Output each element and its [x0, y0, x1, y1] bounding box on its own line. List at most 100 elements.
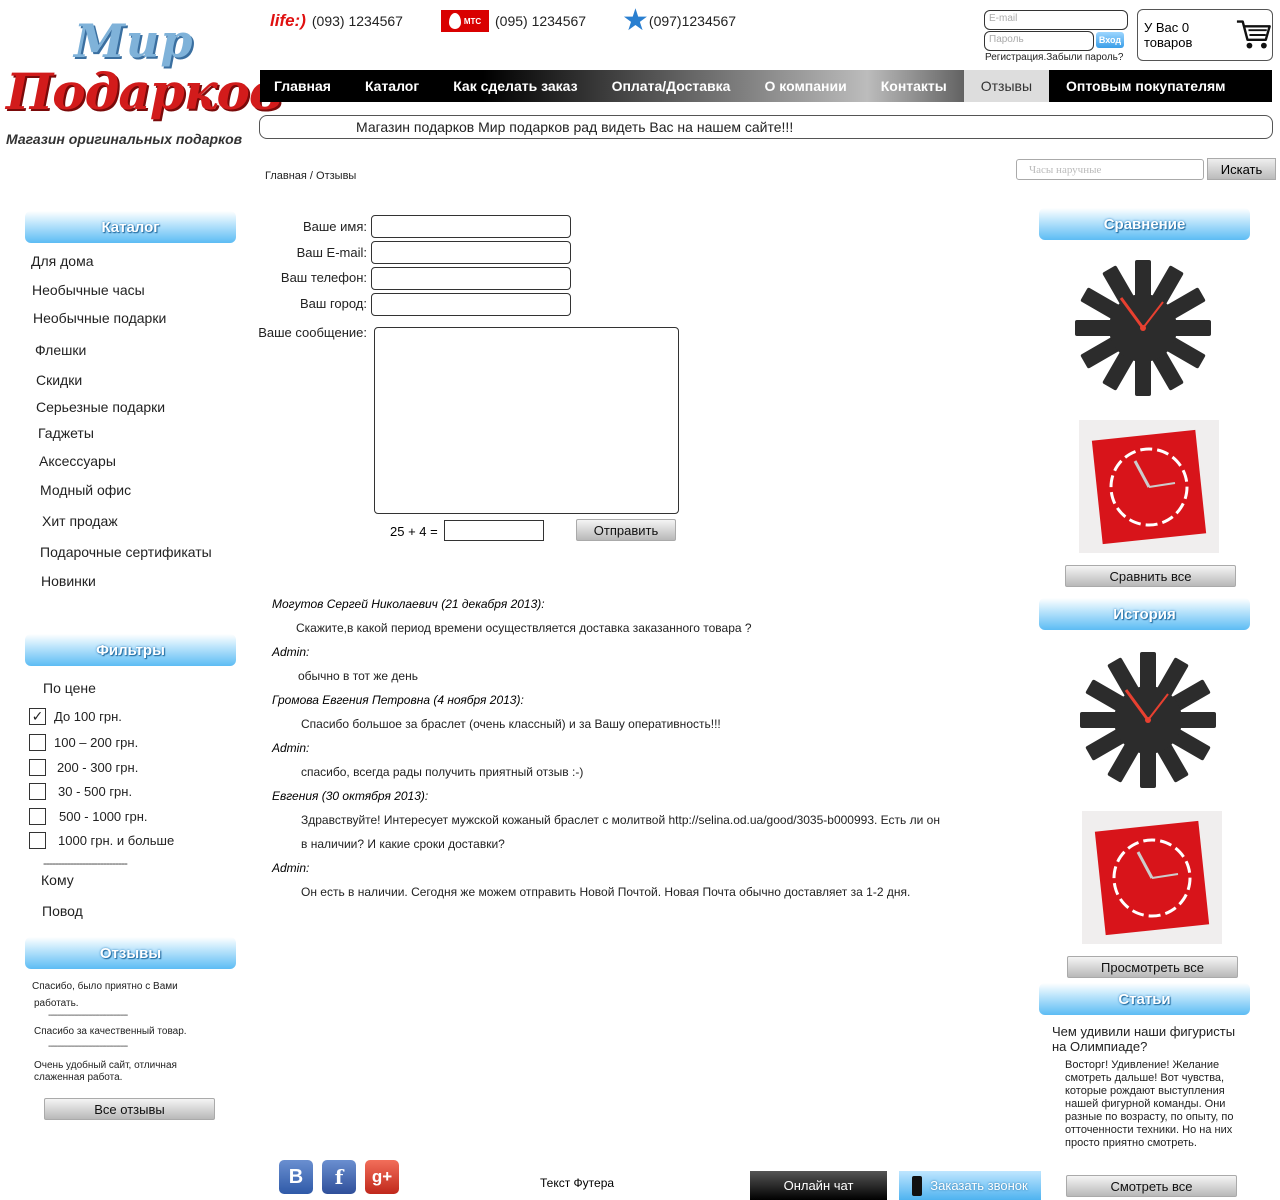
message-textarea[interactable]: [374, 327, 679, 514]
checkbox[interactable]: [29, 783, 46, 800]
catalog-item[interactable]: Флешки: [35, 342, 86, 358]
submit-button[interactable]: Отправить: [576, 519, 676, 541]
side-review-separator: ----------------------------------: [48, 1010, 128, 1021]
all-reviews-button[interactable]: Все отзывы: [44, 1098, 215, 1120]
cart-icon: [1237, 20, 1272, 49]
nav-catalog[interactable]: Каталог: [348, 70, 436, 102]
phone-mts: МТС (095) 1234567: [441, 10, 586, 32]
review-author: Громова Евгения Петровна (4 ноября 2013)…: [272, 693, 524, 707]
product-square-clock-image[interactable]: [1079, 420, 1219, 553]
compare-all-button[interactable]: Сравнить все: [1065, 565, 1236, 587]
catalog-item[interactable]: Скидки: [36, 372, 82, 388]
login-email-input[interactable]: E-mail: [984, 10, 1128, 30]
vk-icon[interactable]: B: [279, 1160, 313, 1194]
name-label: Ваше имя:: [302, 219, 367, 234]
nav-home[interactable]: Главная: [260, 70, 348, 102]
main-nav: Главная Каталог Как сделать заказ Оплата…: [260, 70, 1272, 102]
price-filter-option[interactable]: 500 - 1000 грн.: [29, 808, 148, 825]
online-chat-button[interactable]: Онлайн чат: [750, 1171, 887, 1200]
catalog-item[interactable]: Подарочные сертификаты: [40, 544, 212, 560]
callback-button[interactable]: Заказать звонок: [899, 1171, 1041, 1200]
name-field[interactable]: [371, 215, 571, 238]
catalog-item[interactable]: Необычные часы: [32, 282, 145, 298]
phone-number: (093) 1234567: [311, 13, 403, 29]
view-all-history-button[interactable]: Просмотреть все: [1067, 956, 1238, 978]
captcha-label: 25 + 4 =: [390, 524, 438, 539]
view-all-articles-button[interactable]: Смотреть все: [1066, 1175, 1237, 1197]
price-filter-option[interactable]: 1000 грн. и больше: [29, 832, 174, 849]
review-text: Он есть в наличии. Сегодня же можем отпр…: [301, 885, 911, 899]
product-clock-image[interactable]: [1068, 253, 1218, 403]
history-header: История: [1039, 598, 1250, 630]
login-links: Регистрация.Забыли пароль?: [985, 52, 1123, 63]
email-field[interactable]: [371, 241, 571, 264]
catalog-item[interactable]: Для дома: [31, 253, 94, 269]
clock-icon: [1075, 260, 1211, 396]
city-label: Ваш город:: [300, 296, 367, 311]
phone-life: life:) (093) 1234567: [270, 10, 403, 32]
price-filter-option[interactable]: 200 - 300 грн.: [29, 759, 138, 776]
google-plus-icon[interactable]: g+: [365, 1160, 399, 1194]
login-button[interactable]: Вход: [1096, 32, 1124, 48]
filter-whom[interactable]: Кому: [41, 872, 74, 888]
kyivstar-star-icon: ★: [622, 4, 649, 37]
search-input[interactable]: Часы наручные: [1016, 159, 1204, 180]
review-author: Admin:: [272, 645, 310, 659]
nav-how-to-order[interactable]: Как сделать заказ: [436, 70, 594, 102]
cart-label: У Вас 0 товаров: [1144, 20, 1193, 50]
history-clock-image[interactable]: [1073, 645, 1223, 795]
site-logo[interactable]: Мир Подарков Магазин оригинальных подарк…: [4, 10, 282, 150]
nav-reviews[interactable]: Отзывы: [963, 70, 1050, 102]
message-label: Ваше сообщение:: [258, 325, 367, 340]
catalog-item[interactable]: Необычные подарки: [33, 310, 166, 326]
review-author: Евгения (30 октября 2013):: [272, 789, 429, 803]
review-text: Спасибо большое за браслет (очень классн…: [301, 717, 721, 731]
search-button[interactable]: Искать: [1207, 158, 1276, 180]
phone-field[interactable]: [371, 267, 571, 290]
clock-icon: [1080, 652, 1216, 788]
forgot-password-link[interactable]: Забыли пароль?: [1046, 52, 1123, 63]
review-text: спасибо, всегда рады получить приятный о…: [301, 765, 584, 779]
facebook-icon[interactable]: f: [322, 1160, 356, 1194]
register-link[interactable]: Регистрация.: [985, 52, 1046, 63]
catalog-item[interactable]: Аксессуары: [39, 453, 116, 469]
checkbox[interactable]: [29, 759, 46, 776]
price-filter-option[interactable]: 30 - 500 грн.: [29, 783, 132, 800]
login-password-input[interactable]: Пароль: [984, 31, 1094, 51]
review-text: Скажите,в какой период времени осуществл…: [296, 621, 752, 635]
review-text: в наличии? И какие сроки доставки?: [301, 837, 505, 851]
compare-header: Сравнение: [1039, 208, 1250, 240]
email-label: Ваш E-mail:: [296, 245, 367, 260]
catalog-item[interactable]: Серьезные подарки: [36, 399, 165, 415]
articles-header: Статьи: [1039, 983, 1250, 1015]
welcome-ticker: Магазин подарков Мир подарков рад видеть…: [259, 115, 1273, 139]
nav-wholesale[interactable]: Оптовым покупателям: [1049, 70, 1272, 102]
logo-tagline: Магазин оригинальных подарков: [6, 131, 243, 147]
review-text: Здравствуйте! Интересует мужской кожаный…: [301, 813, 940, 827]
checkbox[interactable]: [29, 808, 46, 825]
clock-icon: [1094, 820, 1210, 935]
city-field[interactable]: [371, 293, 571, 316]
history-square-clock-image[interactable]: [1082, 811, 1222, 944]
filter-occasion[interactable]: Повод: [42, 903, 83, 919]
nav-payment-delivery[interactable]: Оплата/Доставка: [595, 70, 748, 102]
article-title[interactable]: Чем удивили наши фигуристы на Олимпиаде?: [1052, 1024, 1242, 1054]
checkbox[interactable]: [29, 832, 46, 849]
cart-widget[interactable]: У Вас 0 товаров: [1137, 9, 1273, 61]
checkbox-checked[interactable]: ✓: [29, 708, 46, 725]
catalog-item[interactable]: Гаджеты: [38, 425, 94, 441]
side-review-text: Спасибо, было приятно с Вами: [32, 981, 178, 992]
side-review-text: слаженная работа.: [34, 1072, 123, 1083]
captcha-field[interactable]: [444, 520, 544, 541]
catalog-item[interactable]: Модный офис: [40, 482, 131, 498]
review-author: Admin:: [272, 861, 310, 875]
nav-contacts[interactable]: Контакты: [864, 70, 964, 102]
price-filter-option[interactable]: ✓ До 100 грн.: [29, 708, 122, 725]
filter-separator: ----------------------------: [43, 856, 128, 870]
nav-about[interactable]: О компании: [747, 70, 863, 102]
mobile-phone-icon: [912, 1175, 923, 1196]
price-filter-option[interactable]: 100 – 200 грн.: [29, 734, 138, 751]
catalog-item[interactable]: Хит продаж: [42, 513, 118, 529]
checkbox[interactable]: [29, 734, 46, 751]
catalog-item[interactable]: Новинки: [41, 573, 96, 589]
